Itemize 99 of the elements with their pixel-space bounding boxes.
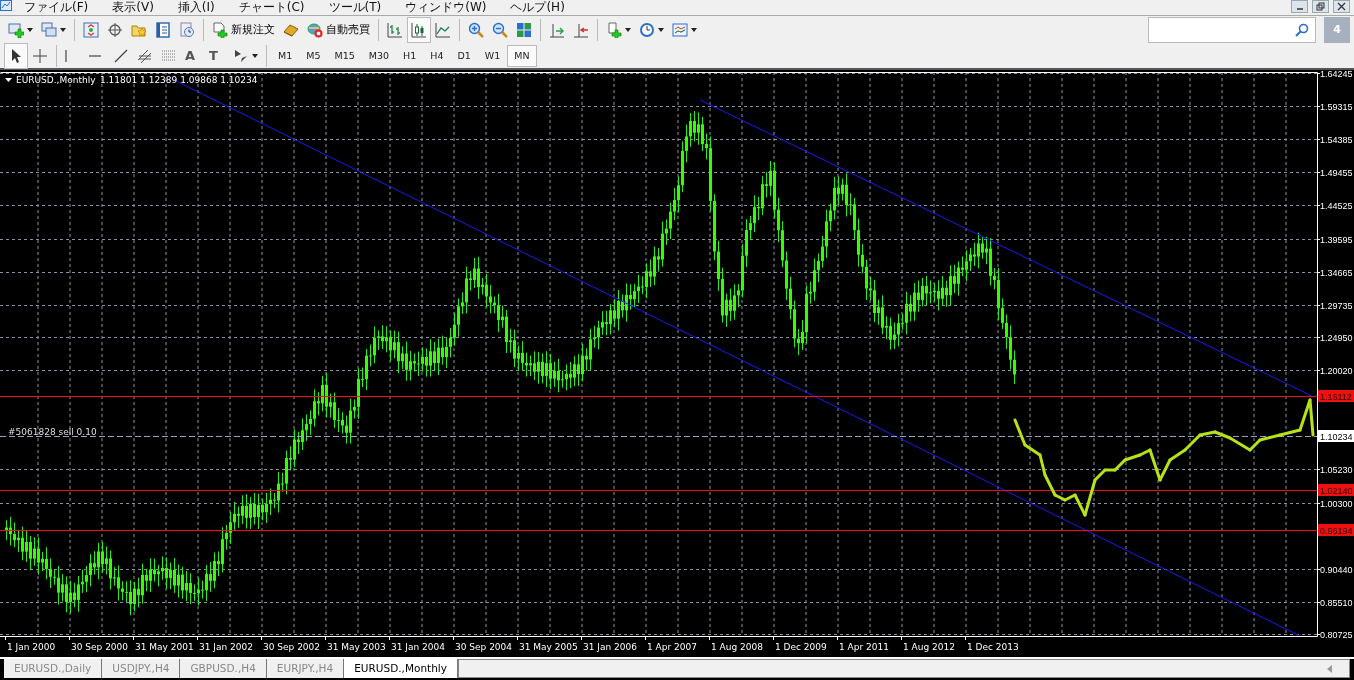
time-axis-label: 31 May 2001 <box>135 642 194 652</box>
timeframe-button[interactable]: H4 <box>423 45 451 67</box>
document-plus-icon <box>212 22 228 38</box>
channel-lines-icon <box>137 48 153 64</box>
app-icon <box>0 0 12 11</box>
time-axis-label: 31 Jan 2004 <box>391 642 445 652</box>
price-axis-label: 1.20020 <box>1320 366 1353 376</box>
timeframe-button[interactable]: H1 <box>396 45 424 67</box>
time-axis-label: 1 Apr 2007 <box>647 642 697 652</box>
time-axis-label: 1 Aug 2008 <box>711 642 763 652</box>
time-axis-label: 1 Dec 2009 <box>775 642 827 652</box>
time-axis-label: 30 Sep 2002 <box>263 642 321 652</box>
price-axis-label: 1.00300 <box>1320 499 1353 509</box>
windows-icon <box>41 22 57 38</box>
document-plus-button[interactable]: 新規注文 <box>208 17 279 43</box>
price-axis-label: 1.59315 <box>1320 102 1353 112</box>
crosshair-icon <box>32 48 48 64</box>
vertical-line-icon <box>65 50 67 62</box>
scroll-left-icon[interactable] <box>1327 664 1333 673</box>
close-icon <box>1337 2 1346 11</box>
ingot-icon <box>283 22 299 38</box>
dotted-lines-icon <box>161 48 177 64</box>
menu-item[interactable]: 挿入(I) <box>165 0 227 15</box>
candlestick-button[interactable] <box>407 17 431 43</box>
time-axis-label: 31 May 2005 <box>519 642 578 652</box>
price-axis-label: 1.39595 <box>1320 235 1353 245</box>
tool-button[interactable]: A <box>181 43 205 69</box>
timeframe-button[interactable]: M15 <box>327 45 362 67</box>
timeframe-button[interactable]: MN <box>507 45 537 67</box>
price-axis-label: 0.90440 <box>1320 565 1353 575</box>
zoom-in-icon <box>468 22 484 38</box>
folder-star-icon <box>131 22 147 38</box>
timeframe-button[interactable]: M5 <box>299 45 328 67</box>
price-axis-label: 1.54385 <box>1320 135 1353 145</box>
horizontal-line-icon <box>89 55 101 57</box>
price-level-tag: 0.96194 <box>1318 524 1354 536</box>
search-icon <box>1295 23 1309 37</box>
cursor-button[interactable] <box>4 43 28 69</box>
price-axis-label: 1.49455 <box>1320 168 1353 178</box>
price-axis-label: 1.05230 <box>1320 465 1353 475</box>
menu-item[interactable]: ファイル(F) <box>12 0 101 15</box>
stop-badge-button[interactable]: 自動売買 <box>303 17 374 43</box>
menu-item[interactable]: 表示(V) <box>100 0 166 15</box>
chart-template-icon <box>672 22 688 38</box>
time-axis-label: 31 Jan 2006 <box>583 642 637 652</box>
price-axis-label: 0.80725 <box>1320 630 1353 640</box>
time-axis-label: 31 May 2003 <box>327 642 386 652</box>
clock-document-icon <box>179 22 195 38</box>
timeframe-button[interactable]: M1 <box>271 45 300 67</box>
search-field[interactable] <box>1148 17 1316 43</box>
panel-icon <box>155 22 171 38</box>
timeframe-button[interactable]: D1 <box>450 45 478 67</box>
trend-line-icon <box>113 48 129 64</box>
price-axis-label: 1.24950 <box>1320 333 1353 343</box>
dropdown-triangle-icon <box>5 78 12 82</box>
axis-arrow-icon <box>549 22 565 38</box>
price-axis-label: 1.29735 <box>1320 301 1353 311</box>
time-axis-label: 1 Aug 2012 <box>903 642 955 652</box>
tile-windows-icon <box>516 22 532 38</box>
crosshair-icon <box>107 22 123 38</box>
price-axis-label: 0.85510 <box>1320 598 1353 608</box>
candlestick-icon <box>411 22 427 38</box>
restore-button[interactable] <box>1312 0 1329 13</box>
price-level-tag: 1.02140 <box>1318 484 1354 496</box>
time-axis-label: 30 Sep 2004 <box>455 642 513 652</box>
zoom-out-icon <box>492 22 508 38</box>
menu-item[interactable]: ウィンドウ(W) <box>393 0 499 15</box>
line-chart-icon <box>435 22 451 38</box>
menu-item[interactable]: ツール(T) <box>316 0 394 15</box>
ohlc-values: 1.11801 1.12389 1.09868 1.10234 <box>100 75 258 85</box>
price-axis-label: 1.64245 <box>1320 70 1353 79</box>
quote-window-icon <box>83 22 99 38</box>
minimize-button[interactable] <box>1291 0 1308 13</box>
price-level-tag: 1.16112 <box>1318 390 1354 402</box>
restore-icon <box>1316 2 1325 11</box>
menu-item[interactable]: ヘルプ(H) <box>498 0 577 15</box>
timeframe-button[interactable]: M30 <box>361 45 397 67</box>
time-axis-label: 1 Dec 2013 <box>967 642 1019 652</box>
chart-tab[interactable]: EURUSD.,Monthly <box>344 659 458 678</box>
axis-shift-icon <box>573 22 589 38</box>
timeframe-button[interactable]: W1 <box>477 45 508 67</box>
bar-chart-icon <box>387 22 403 38</box>
indicator-plus-icon <box>606 22 622 38</box>
time-axis-label: 1 Jan 2000 <box>7 642 56 652</box>
close-button[interactable] <box>1333 0 1350 13</box>
menu-item[interactable]: チャート(C) <box>226 0 317 15</box>
time-axis-label: 1 Apr 2011 <box>839 642 889 652</box>
price-axis-label: 1.44525 <box>1320 201 1353 211</box>
stop-badge-icon <box>307 22 323 38</box>
clock-icon <box>639 22 655 38</box>
price-axis-label: 1.34665 <box>1320 268 1353 278</box>
arrows-icon <box>233 48 249 64</box>
tool-button[interactable]: T <box>205 43 229 69</box>
time-axis-label: 31 Jan 2002 <box>199 642 253 652</box>
time-axis-label: 30 Sep 2000 <box>71 642 129 652</box>
current-price-tag: 1.10234 <box>1318 430 1354 442</box>
chart-symbol: EURUSD.,Monthly <box>16 75 96 85</box>
order-label: #5061828 sell 0.10 <box>8 427 97 437</box>
window-plus-icon <box>8 22 24 38</box>
